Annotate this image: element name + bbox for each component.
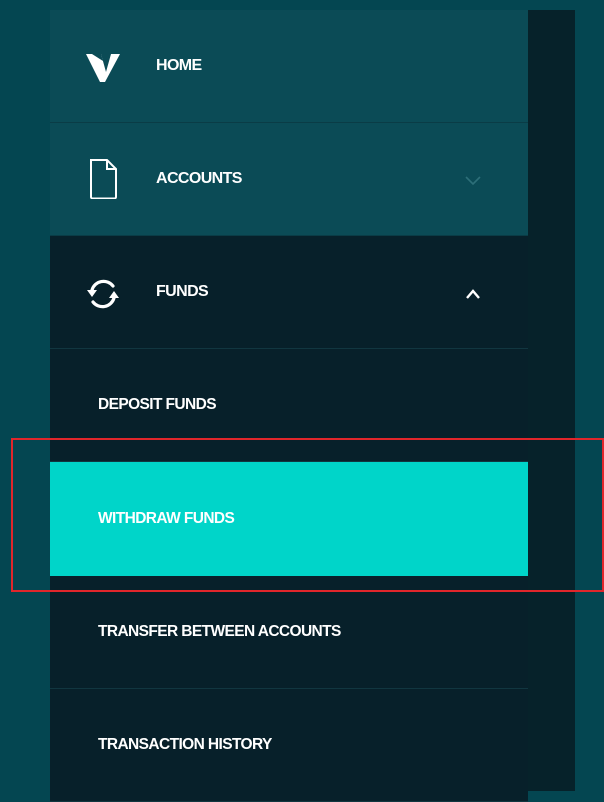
nav-item-home[interactable]: HOME bbox=[50, 10, 528, 123]
scrollbar-track[interactable] bbox=[528, 10, 575, 791]
sidebar-item-label: TRANSACTION HISTORY bbox=[98, 736, 272, 753]
sidebar-item-deposit-funds[interactable]: DEPOSIT FUNDS bbox=[50, 349, 528, 462]
document-icon bbox=[86, 159, 120, 199]
sidebar-nav: HOME ACCOUNTS FUNDS DEPOSIT FUNDS WITHDR… bbox=[50, 10, 528, 802]
sidebar-item-withdraw-funds[interactable]: WITHDRAW FUNDS bbox=[50, 462, 528, 576]
refresh-icon bbox=[86, 274, 120, 314]
brand-v-logo-icon bbox=[86, 48, 120, 88]
sidebar-item-label: TRANSFER BETWEEN ACCOUNTS bbox=[98, 623, 341, 640]
nav-item-funds-label: FUNDS bbox=[156, 283, 209, 300]
chevron-down-icon[interactable] bbox=[464, 175, 482, 187]
nav-item-accounts-label: ACCOUNTS bbox=[156, 170, 242, 187]
chevron-up-icon[interactable] bbox=[464, 288, 482, 300]
sidebar-item-label: WITHDRAW FUNDS bbox=[98, 510, 235, 527]
nav-item-funds[interactable]: FUNDS bbox=[50, 236, 528, 349]
sidebar-item-transfer-between-accounts[interactable]: TRANSFER BETWEEN ACCOUNTS bbox=[50, 576, 528, 689]
nav-item-accounts[interactable]: ACCOUNTS bbox=[50, 123, 528, 236]
sidebar-item-transaction-history[interactable]: TRANSACTION HISTORY bbox=[50, 689, 528, 802]
nav-item-home-label: HOME bbox=[156, 57, 202, 74]
sidebar-item-label: DEPOSIT FUNDS bbox=[98, 396, 217, 413]
